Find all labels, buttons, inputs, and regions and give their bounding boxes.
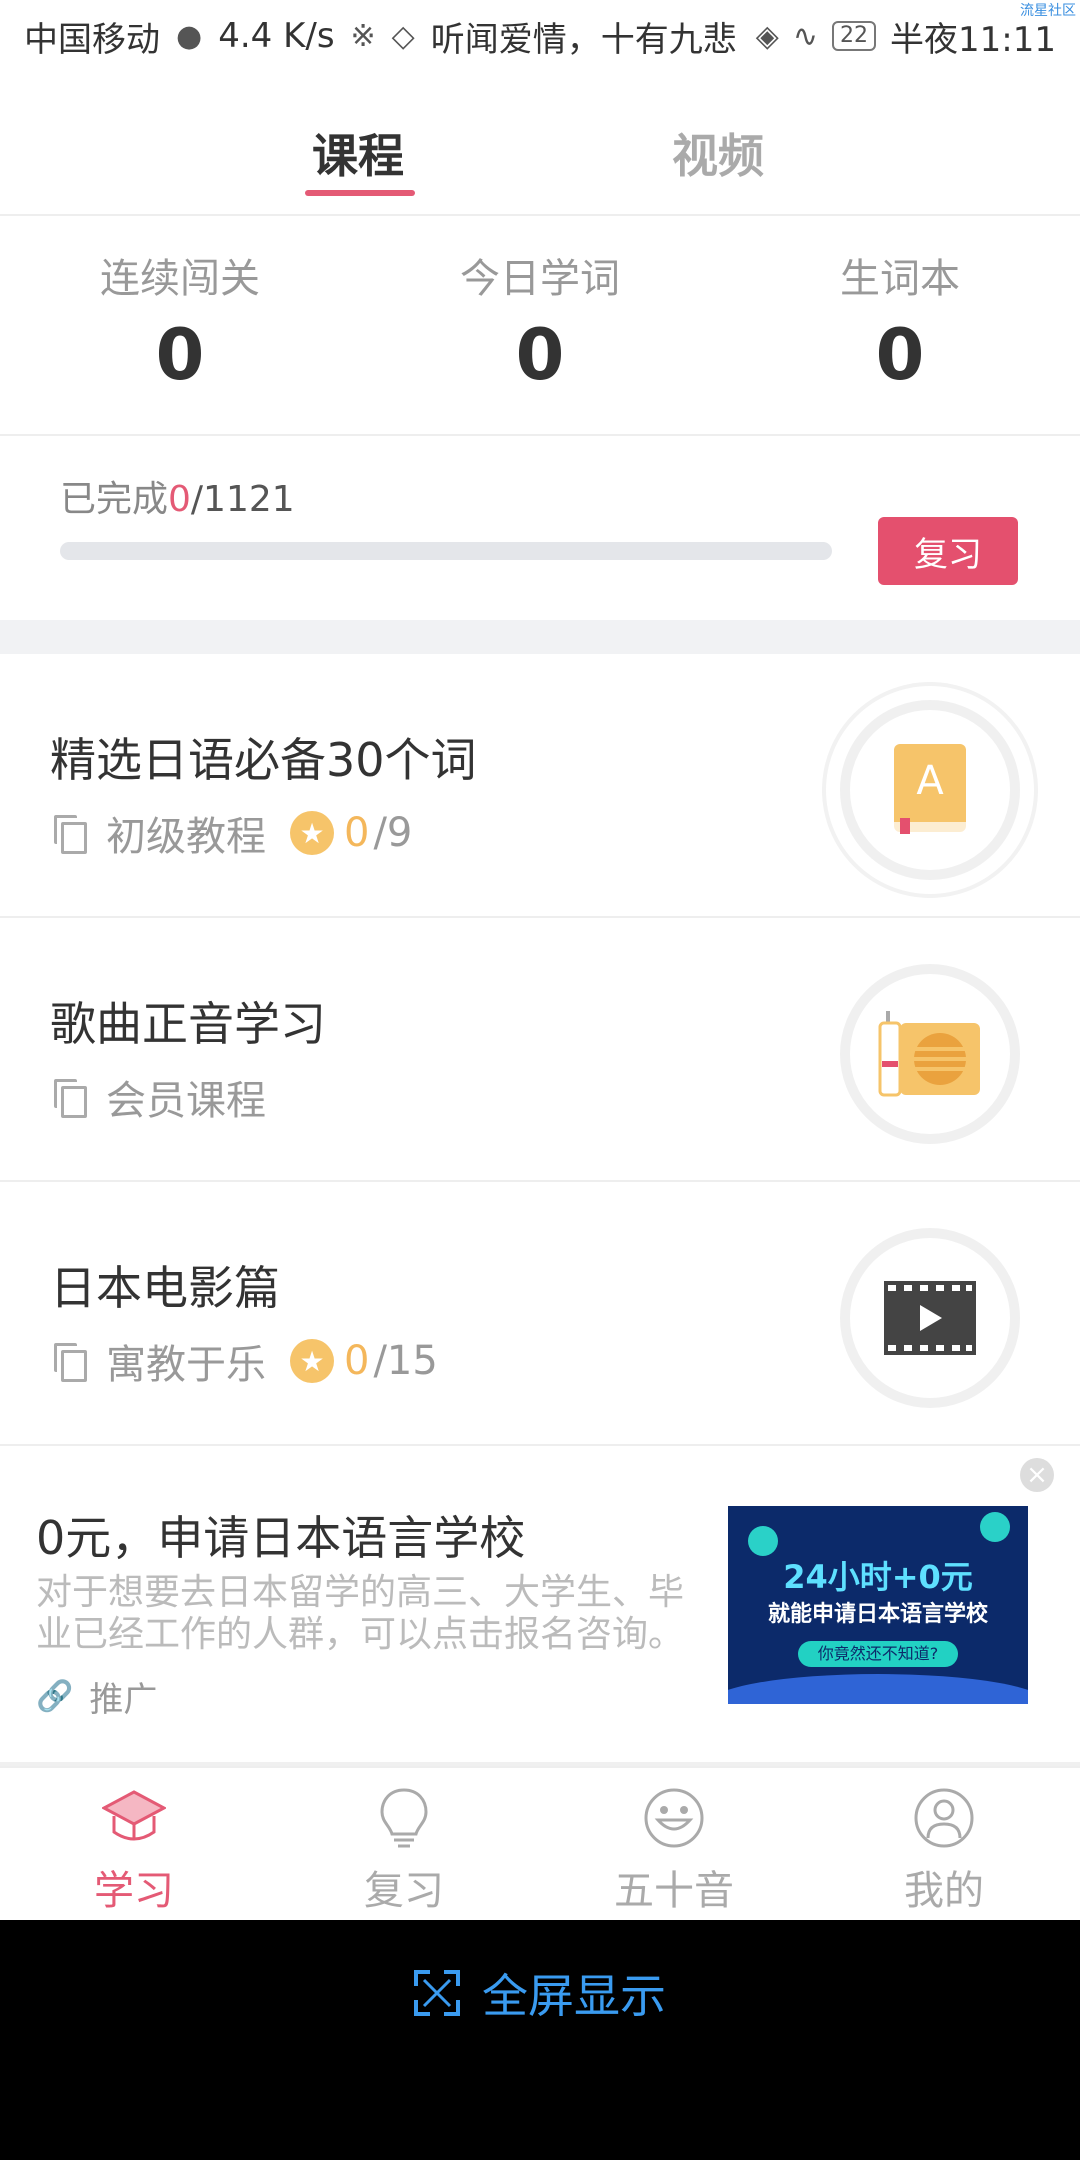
radio-icon: [840, 964, 1020, 1144]
nav-item-profile[interactable]: 我的: [844, 1786, 1044, 1916]
link-icon: 🔗: [36, 1679, 74, 1714]
fullscreen-bar: 全屏显示: [0, 1920, 1080, 2160]
nav-label: 我的: [904, 1868, 984, 1914]
course-total-count: /15: [373, 1338, 438, 1384]
progress-bar: [60, 542, 832, 560]
stat-vocab-book[interactable]: 生词本 0: [750, 246, 1050, 396]
course-meta: 寓教于乐 ★ 0/15: [54, 1332, 438, 1390]
stat-value: 0: [515, 314, 565, 396]
copy-icon: [54, 815, 87, 854]
graduation-cap-icon: [102, 1790, 166, 1841]
course-tag: 会员课程: [106, 1078, 266, 1124]
progress-total: /1121: [190, 479, 295, 520]
signal-icon: ◈: [755, 18, 779, 54]
stat-today-words[interactable]: 今日学词 0: [390, 246, 690, 396]
nav-item-study[interactable]: 学习: [34, 1786, 234, 1916]
close-icon[interactable]: ×: [1020, 1458, 1054, 1492]
status-bar: 中国移动 ● 4.4 K/s ※ ◇ 听闻爱情，十有九悲 ◈ ∿ 22 半夜11…: [0, 0, 1080, 72]
nav-label: 复习: [364, 1868, 444, 1914]
course-item[interactable]: 精选日语必备30个词 初级教程 ★ 0/9 A: [0, 654, 1080, 918]
tab-videos[interactable]: 视频: [672, 120, 764, 186]
copy-icon: [54, 1343, 87, 1382]
banner-decoration: [980, 1512, 1010, 1542]
progress-section: 已完成0/1121 复习: [0, 436, 1080, 620]
course-tag: 寓教于乐: [106, 1342, 266, 1388]
fullscreen-button[interactable]: 全屏显示: [414, 1960, 666, 2026]
star-icon: ★: [290, 811, 334, 855]
status-left: 中国移动 ● 4.4 K/s ※ ◇ 听闻爱情，十有九悲: [24, 12, 737, 61]
course-meta: 初级教程 ★ 0/9: [54, 804, 412, 862]
nfc-icon: ◇: [391, 18, 415, 54]
course-meta: 会员课程: [54, 1068, 266, 1126]
ad-promo-label: 🔗 推广: [36, 1672, 157, 1721]
top-tabs: 课程 视频: [0, 80, 1080, 216]
lightbulb-icon: [380, 1788, 428, 1848]
battery-icon: 22: [832, 21, 877, 51]
ad-description: 对于想要去日本留学的高三、大学生、毕业已经工作的人群，可以点击报名咨询。: [36, 1572, 685, 1655]
course-done-count: 0: [344, 1338, 370, 1384]
film-icon: [840, 1228, 1020, 1408]
section-divider: [0, 620, 1080, 654]
carrier-label: 中国移动: [24, 19, 160, 60]
stat-value: 0: [155, 314, 205, 396]
bottom-nav: 学习 复习 五十音 我的: [0, 1766, 1080, 1920]
expand-icon: [414, 1970, 460, 2016]
user-icon: [914, 1788, 974, 1848]
fullscreen-label: 全屏显示: [482, 1969, 666, 2023]
nav-item-review[interactable]: 复习: [304, 1786, 504, 1916]
status-right: ◈ ∿ 22 半夜11:11: [756, 12, 1056, 61]
course-item[interactable]: 歌曲正音学习 会员课程: [0, 918, 1080, 1182]
promo-ad[interactable]: 0元，申请日本语言学校 对于想要去日本留学的高三、大学生、毕业已经工作的人群，可…: [0, 1446, 1080, 1766]
ad-promo-text: 推广: [89, 1680, 158, 1720]
smiley-icon: [644, 1788, 704, 1848]
course-done-count: 0: [344, 810, 370, 856]
stat-value: 0: [875, 314, 925, 396]
stat-label: 今日学词: [460, 256, 620, 302]
banner-wave: [728, 1674, 1028, 1704]
svg-text:A: A: [916, 758, 944, 804]
nav-label: 学习: [94, 1868, 174, 1914]
now-playing-song: 听闻爱情，十有九悲: [430, 19, 737, 60]
active-tab-indicator: [305, 190, 415, 196]
progress-text: 已完成0/1121: [60, 470, 295, 522]
bluetooth-icon: ※: [350, 18, 376, 54]
banner-headline: 24小时+0元: [783, 1558, 973, 1596]
wave-icon: ∿: [792, 18, 819, 54]
stat-streak[interactable]: 连续闯关 0: [30, 246, 330, 396]
progress-done: 0: [168, 479, 191, 520]
copy-icon: [54, 1079, 87, 1118]
course-title: 歌曲正音学习: [50, 997, 326, 1051]
nav-item-kana[interactable]: 五十音: [574, 1786, 774, 1916]
course-title: 精选日语必备30个词: [50, 733, 477, 787]
ad-title: 0元，申请日本语言学校: [36, 1511, 526, 1565]
book-a-icon: A: [840, 700, 1020, 880]
course-item[interactable]: 日本电影篇 寓教于乐 ★ 0/15: [0, 1182, 1080, 1446]
course-tag: 初级教程: [106, 814, 266, 860]
progress-prefix: 已完成: [60, 479, 169, 520]
star-icon: ★: [290, 1339, 334, 1383]
banner-pill: 你竟然还不知道?: [798, 1641, 958, 1667]
watermark: 流星社区: [1020, 3, 1076, 19]
ad-banner-image[interactable]: 24小时+0元 就能申请日本语言学校 你竟然还不知道?: [728, 1506, 1028, 1704]
review-button[interactable]: 复习: [878, 517, 1018, 585]
globe-icon: ●: [176, 18, 203, 54]
stat-label: 生词本: [840, 256, 960, 302]
course-title: 日本电影篇: [50, 1261, 280, 1315]
network-speed: 4.4 K/s: [218, 16, 335, 56]
course-total-count: /9: [373, 810, 413, 856]
tab-courses[interactable]: 课程: [312, 120, 404, 186]
banner-subheadline: 就能申请日本语言学校: [767, 1602, 988, 1627]
stat-label: 连续闯关: [100, 256, 260, 302]
stats-panel: 连续闯关 0 今日学词 0 生词本 0: [0, 216, 1080, 436]
nav-label: 五十音: [614, 1868, 734, 1914]
